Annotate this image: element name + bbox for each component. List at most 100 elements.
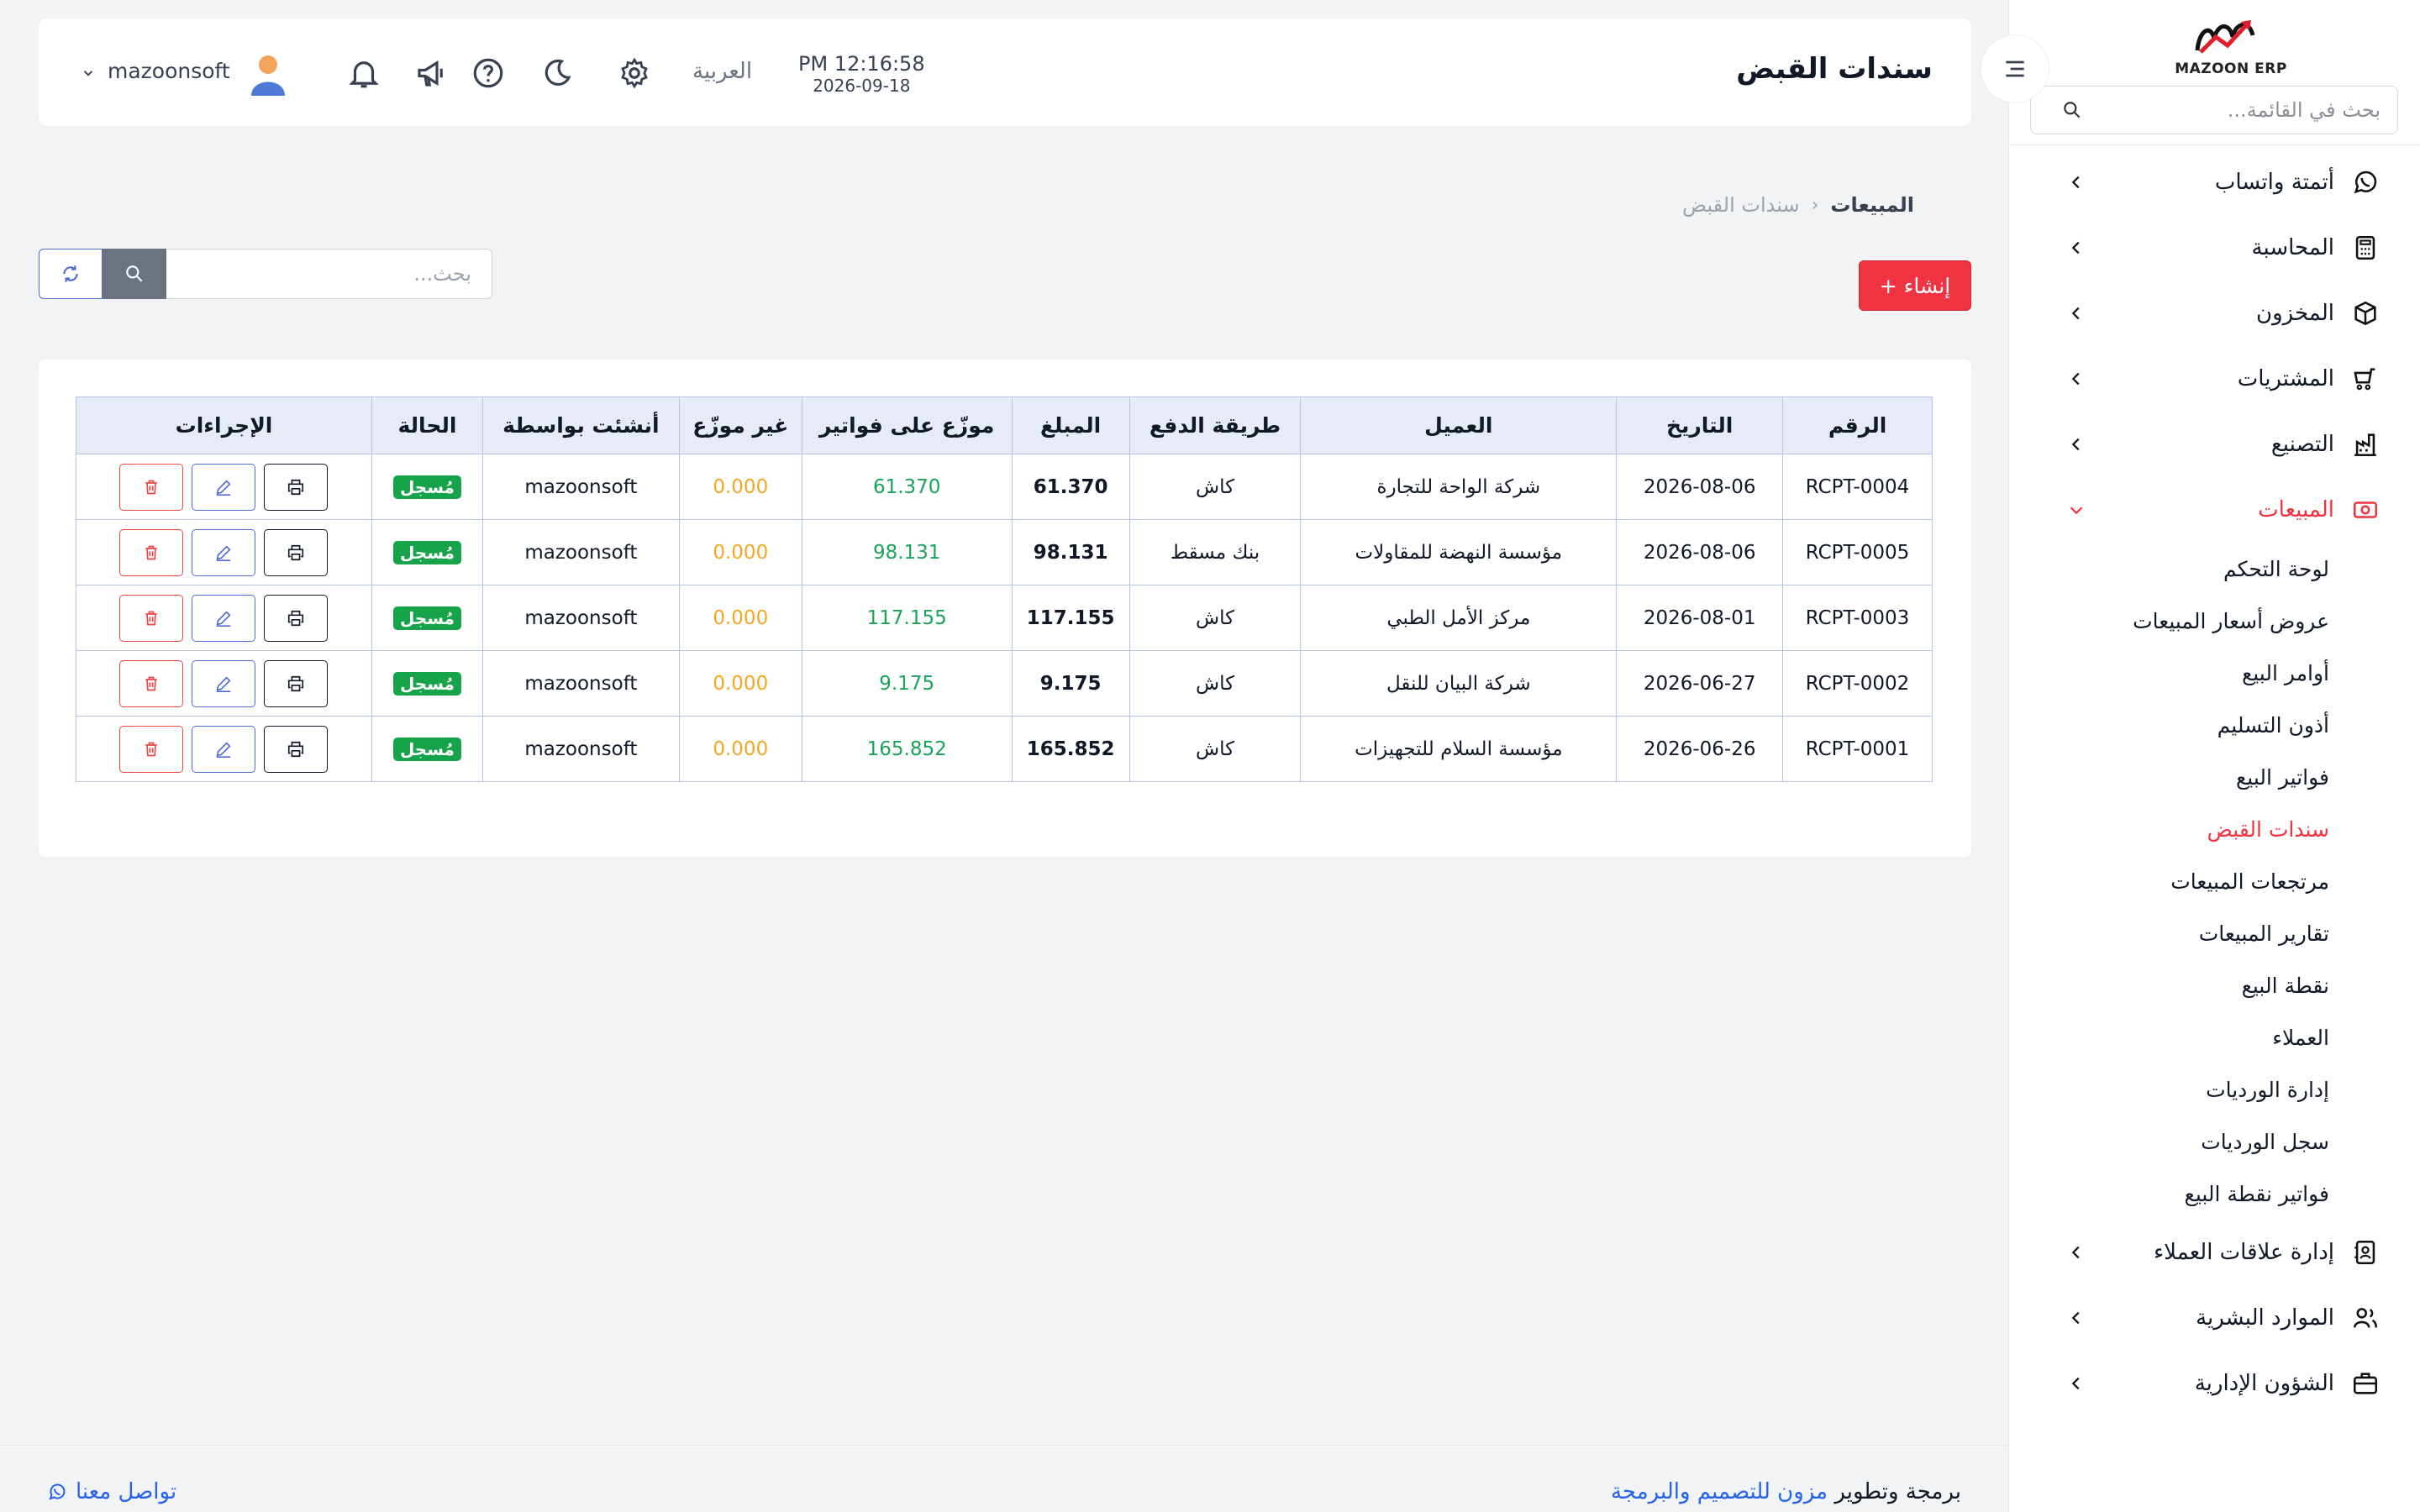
sidebar-item-label: المبيعات	[2258, 497, 2334, 522]
cell-status: مُسجل	[371, 454, 483, 520]
language-switch[interactable]: العربية	[692, 59, 752, 84]
help-icon[interactable]	[471, 55, 506, 91]
table-row[interactable]: RCPT-0005 2026-08-06 مؤسسة النهضة للمقاو…	[76, 519, 1933, 585]
sidebar-item-hr[interactable]: الموارد البشرية	[2008, 1285, 2420, 1351]
print-button[interactable]	[264, 659, 329, 707]
table-row[interactable]: RCPT-0003 2026-08-01 مركز الأمل الطبي كا…	[76, 585, 1933, 651]
sidebar-item-purchases[interactable]: المشتريات	[2008, 346, 2420, 412]
submenu-item-sales-orders[interactable]: أوامر البيع	[2008, 647, 2420, 699]
chevron-down-icon[interactable]	[81, 66, 96, 81]
refresh-button[interactable]	[39, 249, 103, 299]
table-row[interactable]: RCPT-0004 2026-08-06 شركة الواحة للتجارة…	[76, 454, 1933, 520]
edit-button[interactable]	[192, 594, 256, 642]
sidebar-item-crm[interactable]: إدارة علاقات العملاء	[2008, 1220, 2420, 1285]
logo[interactable]: MAZOON ERP	[2168, 0, 2294, 77]
sidebar-toggle-button[interactable]	[1981, 35, 2049, 102]
create-button[interactable]: + إنشاء	[1859, 260, 1971, 311]
delete-button[interactable]	[119, 463, 184, 511]
column-header[interactable]: غير موزّع	[678, 396, 802, 454]
print-button[interactable]	[264, 725, 329, 773]
bell-icon[interactable]	[346, 55, 381, 91]
chevron-left-icon	[2071, 307, 2080, 320]
edit-button[interactable]	[192, 659, 256, 707]
cell-created-by: mazoonsoft	[481, 716, 680, 782]
cell-method: كاش	[1128, 585, 1302, 651]
top-header: سندات القبض PM 12:16:58 2026-09-18 العرب…	[39, 18, 1971, 126]
receipts-card: الرقم التاريخ العميل طريقة الدفع المبلغ …	[39, 360, 1971, 857]
chevron-left-icon	[2071, 1311, 2080, 1325]
sidebar-item-sales[interactable]: المبيعات	[2008, 477, 2420, 543]
chevron-left-icon	[2071, 241, 2080, 255]
search-input[interactable]	[166, 249, 492, 299]
delete-button[interactable]	[119, 659, 184, 707]
cell-method: كاش	[1128, 650, 1302, 717]
trash-icon	[145, 676, 158, 690]
submenu-item-delivery-notes[interactable]: أذون التسليم	[2008, 699, 2420, 751]
column-header[interactable]: التاريخ	[1616, 396, 1784, 454]
column-header[interactable]: موزّع على فواتير	[801, 396, 1013, 454]
submenu-item-sales-returns[interactable]: مرتجعات المبيعات	[2008, 855, 2420, 907]
delete-button[interactable]	[119, 528, 184, 576]
cell-number: RCPT-0005	[1782, 519, 1933, 585]
edit-button[interactable]	[192, 463, 256, 511]
search-button[interactable]	[103, 249, 166, 299]
cell-actions	[76, 650, 372, 717]
calculator-icon	[2355, 235, 2375, 260]
table-row[interactable]: RCPT-0001 2026-06-26 مؤسسة السلام للتجهي…	[76, 716, 1933, 782]
table-row[interactable]: RCPT-0002 2026-06-27 شركة البيان للنقل ك…	[76, 650, 1933, 717]
column-header[interactable]: الحالة	[371, 396, 483, 454]
submenu-item-sales-invoices[interactable]: فواتير البيع	[2008, 751, 2420, 803]
sidebar-item-manufacturing[interactable]: التصنيع	[2008, 412, 2420, 477]
printer-icon	[288, 544, 304, 560]
submenu-item-sales-reports[interactable]: تقارير المبيعات	[2008, 907, 2420, 959]
user-name[interactable]: mazoonsoft	[108, 59, 230, 83]
sidebar: MAZOON ERP أتمتة واتساب المحاسبة	[2008, 0, 2420, 1512]
submenu-item-dashboard[interactable]: لوحة التحكم	[2008, 543, 2420, 595]
contact-link[interactable]: تواصل معنا	[47, 1479, 176, 1504]
cell-created-by: mazoonsoft	[481, 519, 680, 585]
submenu-item-pos[interactable]: نقطة البيع	[2008, 959, 2420, 1011]
sidebar-item-whatsapp[interactable]: أتمتة واتساب	[2008, 150, 2420, 215]
cell-customer: مؤسسة السلام للتجهيزات	[1300, 716, 1618, 782]
column-header[interactable]: أنشئت بواسطة	[481, 396, 680, 454]
submenu-item-pos-invoices[interactable]: فواتير نقطة البيع	[2008, 1168, 2420, 1220]
clock-time: PM 12:16:58	[798, 52, 925, 76]
delete-button[interactable]	[119, 594, 184, 642]
cell-allocated: 9.175	[801, 650, 1013, 717]
box-icon	[2354, 301, 2376, 326]
breadcrumb-parent[interactable]: المبيعات	[1830, 193, 1914, 217]
submenu-item-shift-log[interactable]: سجل الورديات	[2008, 1116, 2420, 1168]
submenu-item-quotations[interactable]: عروض أسعار المبيعات	[2008, 595, 2420, 647]
footer-credit-link[interactable]: مزون للتصميم والبرمجة	[1611, 1479, 1828, 1504]
page-title: سندات القبض	[1736, 52, 1933, 86]
clock-date: 2026-09-18	[813, 76, 911, 96]
print-button[interactable]	[264, 594, 329, 642]
submenu-item-receipts[interactable]: سندات القبض	[2008, 803, 2420, 855]
print-button[interactable]	[264, 463, 329, 511]
column-header[interactable]: طريقة الدفع	[1128, 396, 1302, 454]
sidebar-item-inventory[interactable]: المخزون	[2008, 281, 2420, 346]
sidebar-search-input[interactable]	[2083, 98, 2381, 122]
megaphone-icon[interactable]	[413, 55, 449, 91]
delete-button[interactable]	[119, 725, 184, 773]
settings-icon[interactable]	[617, 55, 652, 91]
submenu-item-customers[interactable]: العملاء	[2008, 1011, 2420, 1063]
contacts-icon	[2354, 1240, 2375, 1265]
edit-button[interactable]	[192, 725, 256, 773]
column-header[interactable]: المبلغ	[1011, 396, 1130, 454]
print-button[interactable]	[264, 528, 329, 576]
edit-button[interactable]	[192, 528, 256, 576]
column-header[interactable]: العميل	[1300, 396, 1618, 454]
avatar[interactable]	[247, 52, 289, 96]
cell-actions	[76, 716, 372, 782]
column-header[interactable]: الرقم	[1782, 396, 1933, 454]
sidebar-item-accounting[interactable]: المحاسبة	[2008, 215, 2420, 281]
submenu-item-shift-management[interactable]: إدارة الورديات	[2008, 1063, 2420, 1116]
cell-status: مُسجل	[371, 650, 483, 717]
sidebar-search	[2030, 86, 2398, 134]
cell-created-by: mazoonsoft	[481, 650, 680, 717]
logo-text: MAZOON ERP	[2175, 60, 2287, 77]
dark-mode-icon[interactable]	[539, 55, 575, 91]
sidebar-item-admin[interactable]: الشؤون الإدارية	[2008, 1351, 2420, 1416]
printer-icon	[288, 675, 304, 691]
